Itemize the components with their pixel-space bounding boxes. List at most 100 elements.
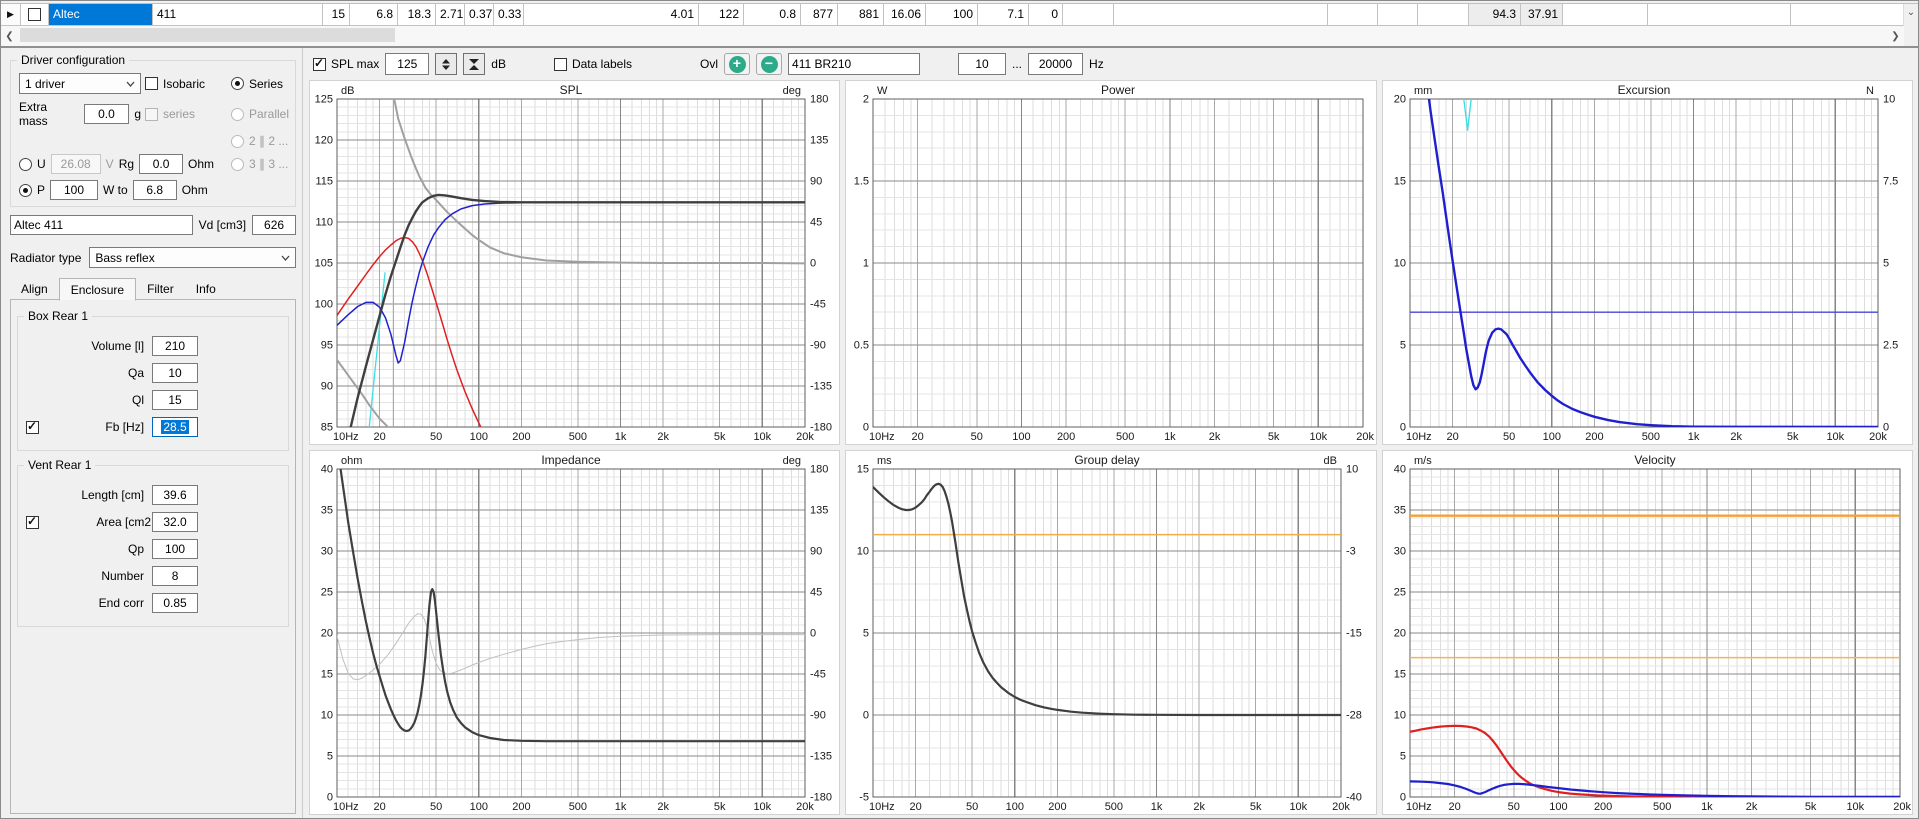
checkbox-icon[interactable] — [28, 8, 41, 21]
table-cell[interactable]: 15 — [323, 4, 350, 26]
fb-input[interactable]: 28.5 — [152, 417, 199, 437]
driver-select-checkbox-cell[interactable] — [21, 4, 49, 26]
y-tick-label: 15 — [1393, 176, 1405, 188]
radio-icon[interactable] — [231, 107, 244, 121]
radio-icon[interactable] — [231, 157, 244, 171]
tab-info[interactable]: Info — [185, 278, 227, 300]
volume-input[interactable]: 210 — [152, 336, 199, 356]
table-cell[interactable]: 6.8 — [350, 4, 398, 26]
table-cell[interactable] — [1648, 4, 1791, 26]
table-cell[interactable]: 881 — [838, 4, 884, 26]
scrollbar-thumb[interactable] — [20, 28, 395, 42]
table-cell[interactable]: 18.3 — [398, 4, 436, 26]
table-cell[interactable]: 0.8 — [744, 4, 801, 26]
table-cell[interactable] — [1563, 4, 1648, 26]
series-impedance — [339, 469, 806, 743]
radio-icon[interactable] — [231, 77, 244, 90]
table-cell[interactable]: Altec — [49, 4, 153, 26]
table-cell[interactable] — [1328, 4, 1378, 26]
extra-mass-input[interactable]: 0.0 — [83, 104, 130, 124]
radiator-type-select[interactable]: Bass reflex — [89, 247, 297, 268]
overlay-label: Ovl — [700, 57, 719, 71]
voltage-input[interactable]: 26.08 — [50, 154, 101, 174]
x-tick-label: 100 — [470, 431, 488, 443]
checkbox-icon[interactable] — [553, 57, 567, 71]
fit-axis-button[interactable] — [463, 53, 486, 75]
ql-input[interactable]: 15 — [152, 390, 199, 410]
table-cell[interactable]: 2.71 — [436, 4, 465, 26]
table-vertical-scrollbar[interactable] — [1903, 4, 1918, 26]
table-cell[interactable]: 94.3 — [1469, 4, 1521, 26]
driver-name-field[interactable]: Altec 411 — [10, 215, 193, 235]
y-tick-label: 1.5 — [854, 176, 869, 188]
driver-table: Altec411156.818.32.710.370.334.011220.88… — [1, 3, 1918, 26]
extra-mass-unit: g — [134, 107, 141, 121]
table-cell[interactable]: 877 — [801, 4, 838, 26]
table-cell[interactable]: 37.91 — [1521, 4, 1563, 26]
end-correction-input[interactable]: 0.85 — [152, 593, 199, 613]
spl-max-spinner-button[interactable] — [435, 53, 458, 75]
tab-align[interactable]: Align — [10, 278, 59, 300]
checkbox-icon[interactable] — [145, 107, 158, 121]
vent-number-input[interactable]: 8 — [152, 566, 199, 586]
table-cell[interactable]: 7.1 — [978, 4, 1029, 26]
rg-input[interactable]: 0.0 — [139, 154, 184, 174]
checkbox-icon[interactable] — [145, 77, 158, 90]
vent-length-input[interactable]: 39.6 — [152, 485, 199, 505]
radio-icon[interactable] — [231, 134, 244, 148]
vd-input[interactable]: 626 — [252, 215, 297, 235]
scroll-right-icon[interactable] — [1887, 26, 1904, 46]
table-cell[interactable]: 411 — [153, 4, 323, 26]
overlay-name-input[interactable]: 411 BR210 — [788, 53, 921, 75]
add-overlay-button[interactable]: + — [724, 53, 751, 75]
spl-max-checkbox[interactable]: SPL max — [313, 56, 379, 71]
series-radio[interactable]: Series — [231, 77, 289, 91]
data-labels-checkbox[interactable]: Data labels — [553, 57, 632, 71]
table-horizontal-scrollbar[interactable] — [1, 26, 1918, 48]
qp-input[interactable]: 100 — [152, 539, 199, 559]
table-cell[interactable]: 4.01 — [524, 4, 699, 26]
freq-min-input[interactable]: 10 — [958, 53, 1007, 75]
power-impedance-input[interactable]: 6.8 — [132, 180, 177, 200]
minus-icon: − — [760, 55, 778, 73]
x-tick-label: 50 — [966, 801, 978, 813]
x-tick-label: 100 — [1006, 801, 1024, 813]
x-tick-label: 2k — [1745, 801, 1757, 813]
y-tick-label: 5 — [1400, 751, 1406, 763]
isobaric-checkbox[interactable]: Isobaric — [145, 77, 227, 91]
table-cell[interactable] — [1378, 4, 1418, 26]
p-radio[interactable] — [19, 183, 32, 197]
tab-filter[interactable]: Filter — [136, 278, 185, 300]
table-cell[interactable] — [1063, 4, 1114, 26]
remove-overlay-button[interactable]: − — [756, 53, 783, 75]
chart-panel-power: Power W 2 1.5 1 0.5 0 10Hz 20 50 100 200 500 1k 2k 5k 10… — [845, 80, 1377, 445]
power-input[interactable]: 100 — [50, 180, 99, 200]
vent-area-input[interactable]: 32.0 — [152, 512, 199, 532]
qa-input[interactable]: 10 — [152, 363, 199, 383]
qa-label: Qa — [128, 366, 145, 380]
left-axis-unit: m/s — [1414, 455, 1432, 467]
parallel-radio[interactable]: Parallel — [231, 107, 289, 121]
spl-max-input[interactable]: 125 — [385, 53, 430, 75]
table-cell[interactable]: 0 — [1029, 4, 1063, 26]
table-cell[interactable]: 0.37 — [465, 4, 494, 26]
freq-max-input[interactable]: 20000 — [1028, 53, 1084, 75]
two-parallel-two-radio[interactable]: 2 ∥ 2 ... — [231, 134, 289, 148]
driver-count-select[interactable]: 1 driver — [19, 73, 141, 94]
table-cell[interactable]: 100 — [926, 4, 978, 26]
area-checkbox[interactable] — [26, 514, 39, 529]
tab-enclosure[interactable]: Enclosure — [58, 278, 137, 301]
fb-checkbox[interactable] — [26, 419, 39, 434]
checkbox-icon[interactable] — [313, 56, 327, 71]
table-cell[interactable] — [1418, 4, 1469, 26]
table-cell[interactable] — [1114, 4, 1328, 26]
table-cell[interactable] — [1791, 4, 1903, 26]
scrollbar-track[interactable] — [18, 26, 1887, 46]
table-cell[interactable]: 122 — [699, 4, 744, 26]
table-cell[interactable]: 16.06 — [884, 4, 926, 26]
table-cell[interactable]: 0.33 — [494, 4, 524, 26]
u-radio[interactable] — [19, 157, 32, 171]
three-parallel-three-radio[interactable]: 3 ∥ 3 ... — [231, 157, 289, 171]
scroll-left-icon[interactable] — [1, 26, 18, 46]
series-checkbox[interactable]: series — [145, 107, 227, 121]
